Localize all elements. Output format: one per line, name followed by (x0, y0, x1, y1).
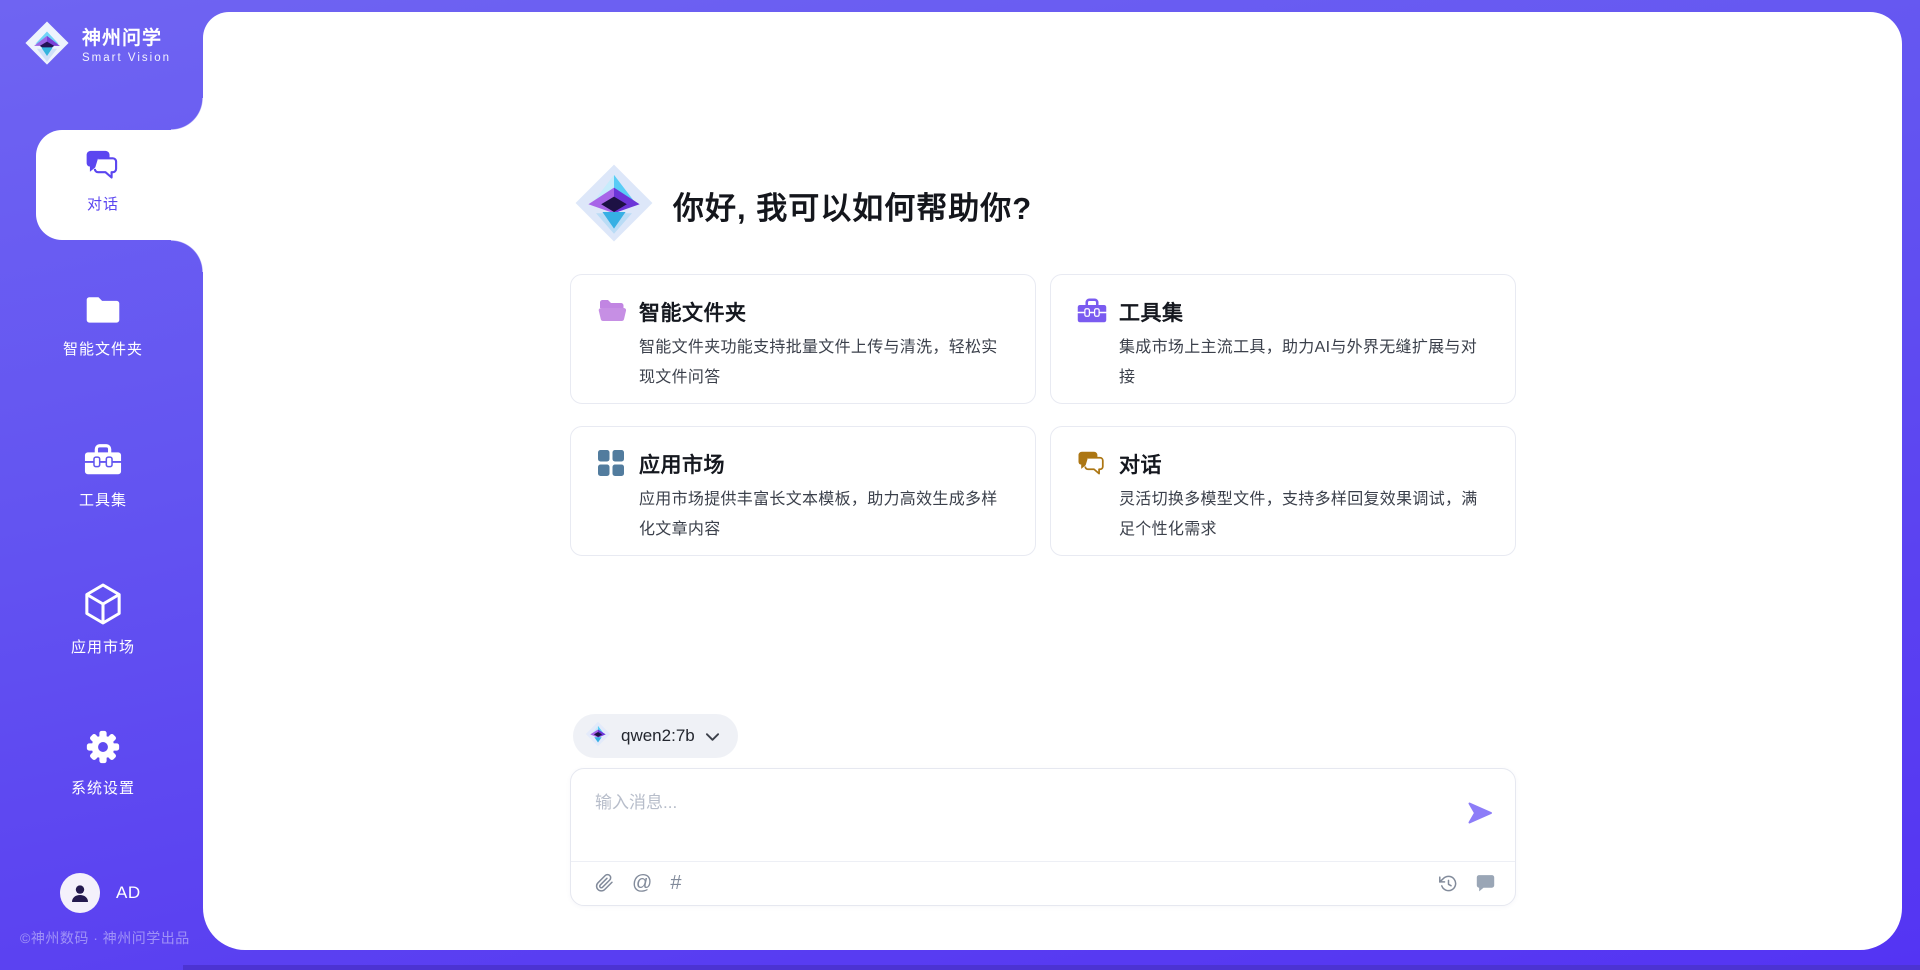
comment-icon[interactable] (1476, 874, 1495, 892)
sidebar-item-tools[interactable]: 工具集 (20, 442, 186, 510)
folder-icon (84, 292, 122, 332)
sidebar-item-apps[interactable]: 应用市场 (20, 583, 186, 657)
card-description: 智能文件夹功能支持批量文件上传与清洗，轻松实现文件问答 (639, 333, 1011, 393)
brand-subtitle: Smart Vision (82, 51, 171, 65)
hashtag-icon[interactable]: # (670, 873, 681, 893)
message-composer: @ # (570, 768, 1516, 906)
tab-fillet-top (171, 98, 203, 130)
sidebar-item-label: 应用市场 (20, 636, 186, 657)
greeting-text: 你好, 我可以如何帮助你? (673, 183, 1032, 228)
main-panel: 你好, 我可以如何帮助你? 智能文件夹 智能文件夹功能支持批量文件上传与清洗，轻… (203, 12, 1902, 950)
card-app-market[interactable]: 应用市场 应用市场提供丰富长文本模板，助力高效生成多样化文章内容 (570, 426, 1036, 556)
sidebar-item-settings[interactable]: 系统设置 (20, 728, 186, 798)
grid-icon (597, 449, 627, 479)
sidebar-item-label: 工具集 (20, 489, 186, 510)
chat-bubbles-icon (1077, 449, 1107, 479)
history-icon[interactable] (1439, 874, 1458, 893)
attachment-icon[interactable] (595, 873, 614, 893)
chevron-down-icon (705, 732, 720, 742)
message-input[interactable] (571, 769, 1431, 855)
folder-open-icon (597, 297, 627, 327)
card-title: 应用市场 (639, 449, 725, 479)
model-name: qwen2:7b (621, 726, 695, 746)
feature-cards: 智能文件夹 智能文件夹功能支持批量文件上传与清洗，轻松实现文件问答 工具集 集成… (570, 274, 1516, 556)
model-selector[interactable]: qwen2:7b (573, 714, 738, 758)
card-chat[interactable]: 对话 灵活切换多模型文件，支持多样回复效果调试，满足个性化需求 (1050, 426, 1516, 556)
card-title: 工具集 (1119, 297, 1184, 327)
composer-toolbar: @ # (595, 861, 1495, 905)
card-description: 应用市场提供丰富长文本模板，助力高效生成多样化文章内容 (639, 485, 1011, 545)
sidebar-item-label: 智能文件夹 (20, 338, 186, 359)
user-avatar-icon (60, 873, 100, 913)
bottom-edge-bar (183, 965, 1920, 970)
sidebar-item-label: 系统设置 (20, 777, 186, 798)
card-description: 灵活切换多模型文件，支持多样回复效果调试，满足个性化需求 (1119, 485, 1491, 545)
mention-icon[interactable]: @ (632, 873, 652, 893)
send-icon[interactable] (1467, 801, 1493, 827)
user-name: AD (116, 883, 141, 903)
sidebar-item-label: 对话 (20, 193, 186, 214)
brand-name: 神州问学 (82, 27, 171, 51)
chat-bubbles-icon (85, 146, 121, 186)
user-profile[interactable]: AD (60, 873, 141, 913)
gear-icon (84, 728, 122, 768)
sidebar-item-chat[interactable]: 对话 (20, 146, 186, 214)
greeting-block: 你好, 我可以如何帮助你? (573, 162, 1032, 249)
tab-fillet-bottom (171, 240, 203, 272)
brand-diamond-icon (24, 20, 70, 71)
toolbox-icon (1077, 297, 1107, 327)
card-title: 对话 (1119, 449, 1162, 479)
brand-logo: 神州问学 Smart Vision (24, 20, 171, 71)
card-title: 智能文件夹 (639, 297, 747, 327)
card-smart-folder[interactable]: 智能文件夹 智能文件夹功能支持批量文件上传与清洗，轻松实现文件问答 (570, 274, 1036, 404)
card-description: 集成市场上主流工具，助力AI与外界无缝扩展与对接 (1119, 333, 1491, 393)
assistant-diamond-icon (573, 162, 655, 249)
toolbox-icon (84, 442, 122, 482)
copyright-text: ©神州数码 · 神州问学出品 (20, 928, 190, 948)
sidebar-item-folders[interactable]: 智能文件夹 (20, 292, 186, 359)
cube-icon (84, 583, 122, 623)
model-logo-icon (585, 721, 611, 752)
card-toolset[interactable]: 工具集 集成市场上主流工具，助力AI与外界无缝扩展与对接 (1050, 274, 1516, 404)
